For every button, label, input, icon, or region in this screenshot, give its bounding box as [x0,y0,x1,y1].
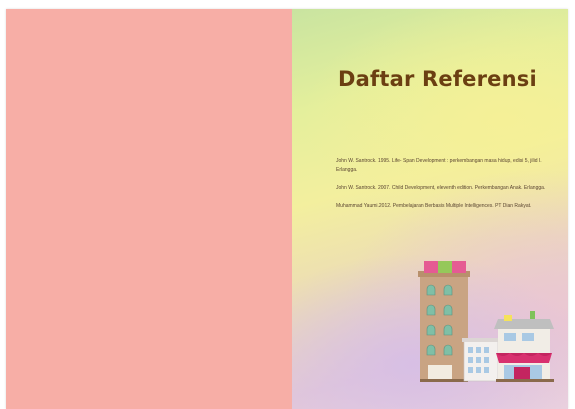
white-building [462,338,500,382]
buildings-illustration-icon [418,261,554,382]
reference-item: Muhammad Yaumi.2012. Pembelajaran Berbas… [336,203,532,209]
reference-item: John W. Santrock. 2007. Child Developmen… [336,185,546,191]
shop-building [494,311,554,382]
tall-building [418,261,470,382]
right-page: Daftar Referensi John W. Santrock. 1995.… [292,9,568,409]
reference-list: John W. Santrock. 1995. Life- Span Devel… [336,157,558,220]
book-spread: Daftar Referensi John W. Santrock. 1995.… [6,9,568,409]
left-page [6,9,292,409]
reference-item: John W. Santrock. 1995. Life- Span Devel… [336,158,542,173]
page-title: Daftar Referensi [338,67,537,91]
